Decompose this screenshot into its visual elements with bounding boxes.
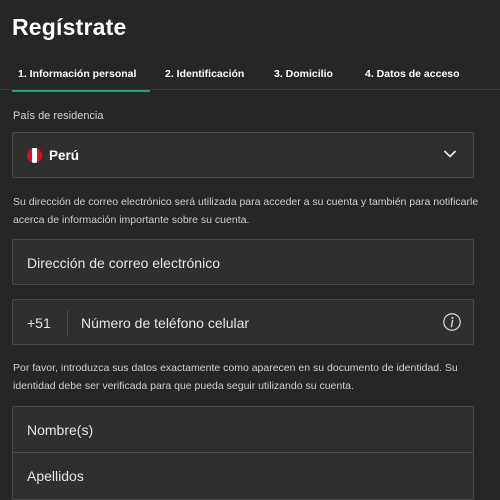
country-select[interactable]: Perú — [12, 132, 474, 178]
info-icon[interactable] — [442, 312, 462, 332]
email-field[interactable]: Dirección de correo electrónico — [12, 239, 474, 285]
identity-help-text: Por favor, introduzca sus datos exactame… — [13, 362, 458, 392]
step-address[interactable]: 3. Domicilio — [274, 68, 333, 80]
country-label: País de residencia — [13, 110, 104, 122]
peru-flag-icon — [27, 148, 42, 163]
country-selected-value: Perú — [49, 148, 80, 163]
phone-field[interactable]: +51 Número de teléfono celular — [12, 299, 474, 345]
email-placeholder: Dirección de correo electrónico — [27, 255, 220, 271]
last-name-field[interactable]: Apellidos — [13, 453, 473, 499]
last-name-placeholder: Apellidos — [27, 468, 84, 484]
chevron-down-icon — [444, 150, 456, 158]
step-identification[interactable]: 2. Identificación — [165, 68, 244, 80]
email-help-text: Su dirección de correo electrónico será … — [13, 196, 479, 226]
phone-divider — [67, 310, 68, 336]
first-name-placeholder: Nombre(s) — [27, 422, 94, 438]
page-title: Regístrate — [12, 14, 127, 40]
step-personal-info[interactable]: 1. Información personal — [11, 68, 151, 92]
name-fields-group: Nombre(s) Apellidos — [12, 406, 474, 500]
phone-placeholder: Número de teléfono celular — [81, 315, 250, 331]
first-name-field[interactable]: Nombre(s) — [13, 407, 473, 453]
steps-nav: 1. Información personal 2. Identificació… — [0, 58, 500, 92]
step-access-data[interactable]: 4. Datos de acceso — [365, 68, 460, 80]
phone-prefix[interactable]: +51 — [27, 315, 51, 331]
registration-page: Regístrate 1. Información personal 2. Id… — [0, 0, 500, 500]
